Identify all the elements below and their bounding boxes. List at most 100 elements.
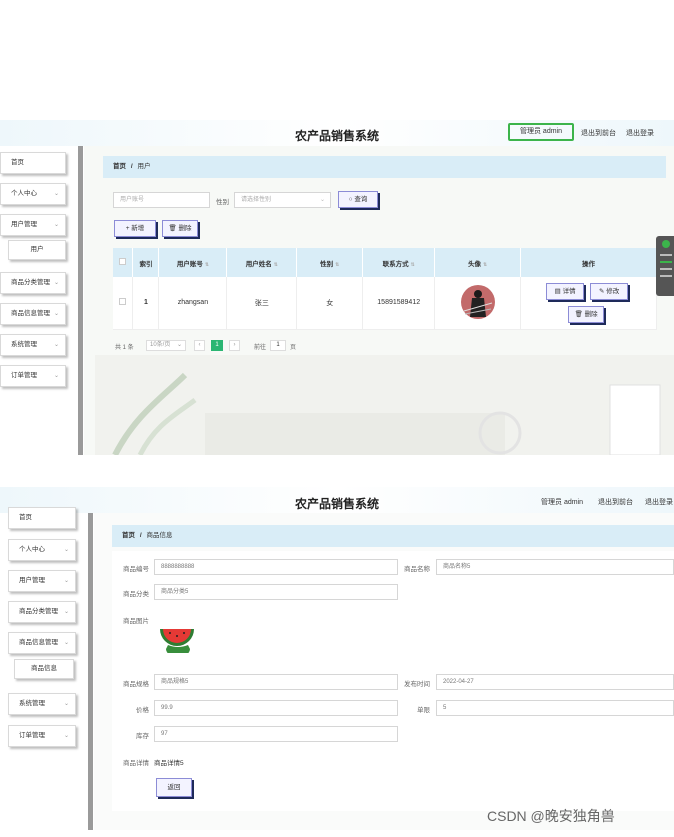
col-header-name[interactable]: 用户姓名 ⇅ [226,248,298,277]
sidebar-item-label: 系统管理 [11,341,37,348]
sidebar-subitem-product-info[interactable]: 商品信息 [14,659,74,679]
cell-actions: ▤ 详情 ✎ 修改 🗑 删除 [520,277,657,330]
trash-icon: 🗑 [168,225,177,232]
add-button[interactable]: + 新增 [114,220,156,237]
logout-link[interactable]: 退出登录 [626,128,654,138]
shield-icon [660,240,672,277]
cell-gender: 女 [296,277,364,330]
sidebar-item-home[interactable]: 首页 [0,152,66,174]
gender-select[interactable]: 请选择性别 ⌄ [234,192,331,208]
sidebar-item-label: 首页 [19,514,32,521]
goto-label: 前往 [254,345,267,351]
sidebar-item-system-management[interactable]: 系统管理 ⌄ [8,693,76,715]
row-checkbox-cell[interactable] [113,277,134,330]
sidebar-item-category-management[interactable]: 商品分类管理 ⌄ [0,272,66,294]
sort-icon[interactable]: ⇅ [411,262,415,268]
sidebar-item-order-management[interactable]: 订单管理 ⌄ [8,725,76,747]
account-search-input[interactable]: 用户账号 [113,192,210,208]
sidebar-item-order-management[interactable]: 订单管理 ⌄ [0,365,66,387]
product-code-field[interactable]: 8888888888 [154,559,398,575]
col-header-phone[interactable]: 联系方式 ⇅ [362,248,436,277]
chevron-down-icon: ⌄ [53,191,59,197]
order-limit-field[interactable]: 5 [436,700,674,716]
price-field[interactable]: 99.9 [154,700,398,716]
chevron-down-icon: ⌄ [63,547,69,553]
sidebar-item-profile[interactable]: 个人中心 ⌄ [0,183,66,205]
chevron-down-icon: ⌄ [63,640,69,646]
sidebar-item-label: 个人中心 [19,546,45,553]
query-button[interactable]: ○ 查询 [338,191,378,208]
admin-user-label[interactable]: 管理员 admin [541,497,583,507]
select-all-checkbox-cell[interactable] [113,248,134,277]
admin-user-badge[interactable]: 管理员 admin [508,123,574,141]
current-page-button[interactable]: 1 [211,340,223,351]
back-button[interactable]: 返回 [156,778,192,797]
sidebar-item-label: 用户管理 [19,577,45,584]
sidebar-item-label: 订单管理 [19,732,45,739]
sidebar-item-profile[interactable]: 个人中心 ⌄ [8,539,76,561]
sidebar-item-product-management[interactable]: 商品信息管理 ⌄ [0,303,66,325]
logout-link[interactable]: 退出登录 [645,497,673,507]
col-header-index: 索引 [132,248,160,277]
product-detail-label: 商品详情 [123,760,149,767]
gender-label: 性别 [216,199,229,206]
product-detail-value: 商品详情5 [154,760,184,767]
sidebar-item-system-management[interactable]: 系统管理 ⌄ [0,334,66,356]
stock-field[interactable]: 97 [154,726,398,742]
top-header: 农产品销售系统 管理员 admin 退出到前台 退出登录 [0,487,674,513]
row-checkbox[interactable] [119,298,127,306]
goto-page-input[interactable]: 1 [270,340,286,351]
price-label: 价格 [136,707,149,714]
breadcrumb-home[interactable]: 首页 [122,532,135,539]
sort-icon[interactable]: ⇅ [335,262,339,268]
detail-button[interactable]: ▤ 详情 [546,283,585,300]
cell-index: 1 [132,277,160,330]
avatar [460,284,495,319]
breadcrumb-home[interactable]: 首页 [113,163,126,170]
prev-page-button[interactable]: ‹ [194,340,205,351]
next-page-button[interactable]: › [229,340,240,351]
product-category-field[interactable]: 商品分类5 [154,584,398,600]
chevron-down-icon: ⌄ [176,342,182,348]
sort-icon[interactable]: ⇅ [483,262,487,268]
product-image [160,629,194,653]
sidebar-item-category-management[interactable]: 商品分类管理 ⌄ [8,601,76,623]
col-header-label: 性别 [320,260,334,268]
breadcrumb-separator: / [139,532,142,539]
edit-button[interactable]: ✎ 修改 [590,283,629,300]
sort-icon[interactable]: ⇅ [205,262,209,268]
floating-widget[interactable] [656,236,674,296]
publish-date-field[interactable]: 2022-04-27 [436,674,674,690]
delete-button[interactable]: 🗑 删除 [162,220,198,237]
cell-name: 张三 [226,277,298,330]
product-name-field[interactable]: 商品名称5 [436,559,674,575]
breadcrumb: 首页 / 用户 [103,156,666,178]
col-header-avatar[interactable]: 头像 ⇅ [434,248,522,277]
search-icon: ○ [348,196,353,203]
pager-total: 共 1 条 [115,345,134,351]
product-form: 商品编号 8888888888 商品名称 商品名称5 商品分类 商品分类5 商品… [112,551,674,811]
product-spec-field[interactable]: 商品规格5 [154,674,398,690]
row-delete-button[interactable]: 🗑 删除 [568,306,605,323]
exit-to-front-link[interactable]: 退出到前台 [581,128,616,138]
exit-to-front-link[interactable]: 退出到前台 [598,497,633,507]
sidebar-item-user-management[interactable]: 用户管理 ⌄ [0,214,66,236]
sidebar-scrollbar[interactable] [78,146,83,455]
sidebar-subitem-user[interactable]: 用户 [8,240,66,260]
select-all-checkbox[interactable] [119,258,127,265]
sidebar-item-home[interactable]: 首页 [8,507,76,529]
page-size-select[interactable]: 10条/页 ⌄ [146,340,186,351]
sidebar-item-product-management[interactable]: 商品信息管理 ⌄ [8,632,76,654]
sidebar-item-label: 商品信息管理 [11,310,50,317]
order-limit-label: 单限 [417,707,430,714]
sort-icon[interactable]: ⇅ [274,262,278,268]
background-decoration [95,355,674,455]
sidebar-item-user-management[interactable]: 用户管理 ⌄ [8,570,76,592]
chevron-down-icon: ⌄ [63,609,69,615]
col-header-account[interactable]: 用户账号 ⇅ [158,248,228,277]
col-header-gender[interactable]: 性别 ⇅ [296,248,364,277]
sidebar-item-label: 用户 [30,246,44,253]
sidebar-scrollbar[interactable] [88,513,93,830]
publish-date-label: 发布时间 [404,681,430,688]
product-name-label: 商品名称 [404,566,430,573]
